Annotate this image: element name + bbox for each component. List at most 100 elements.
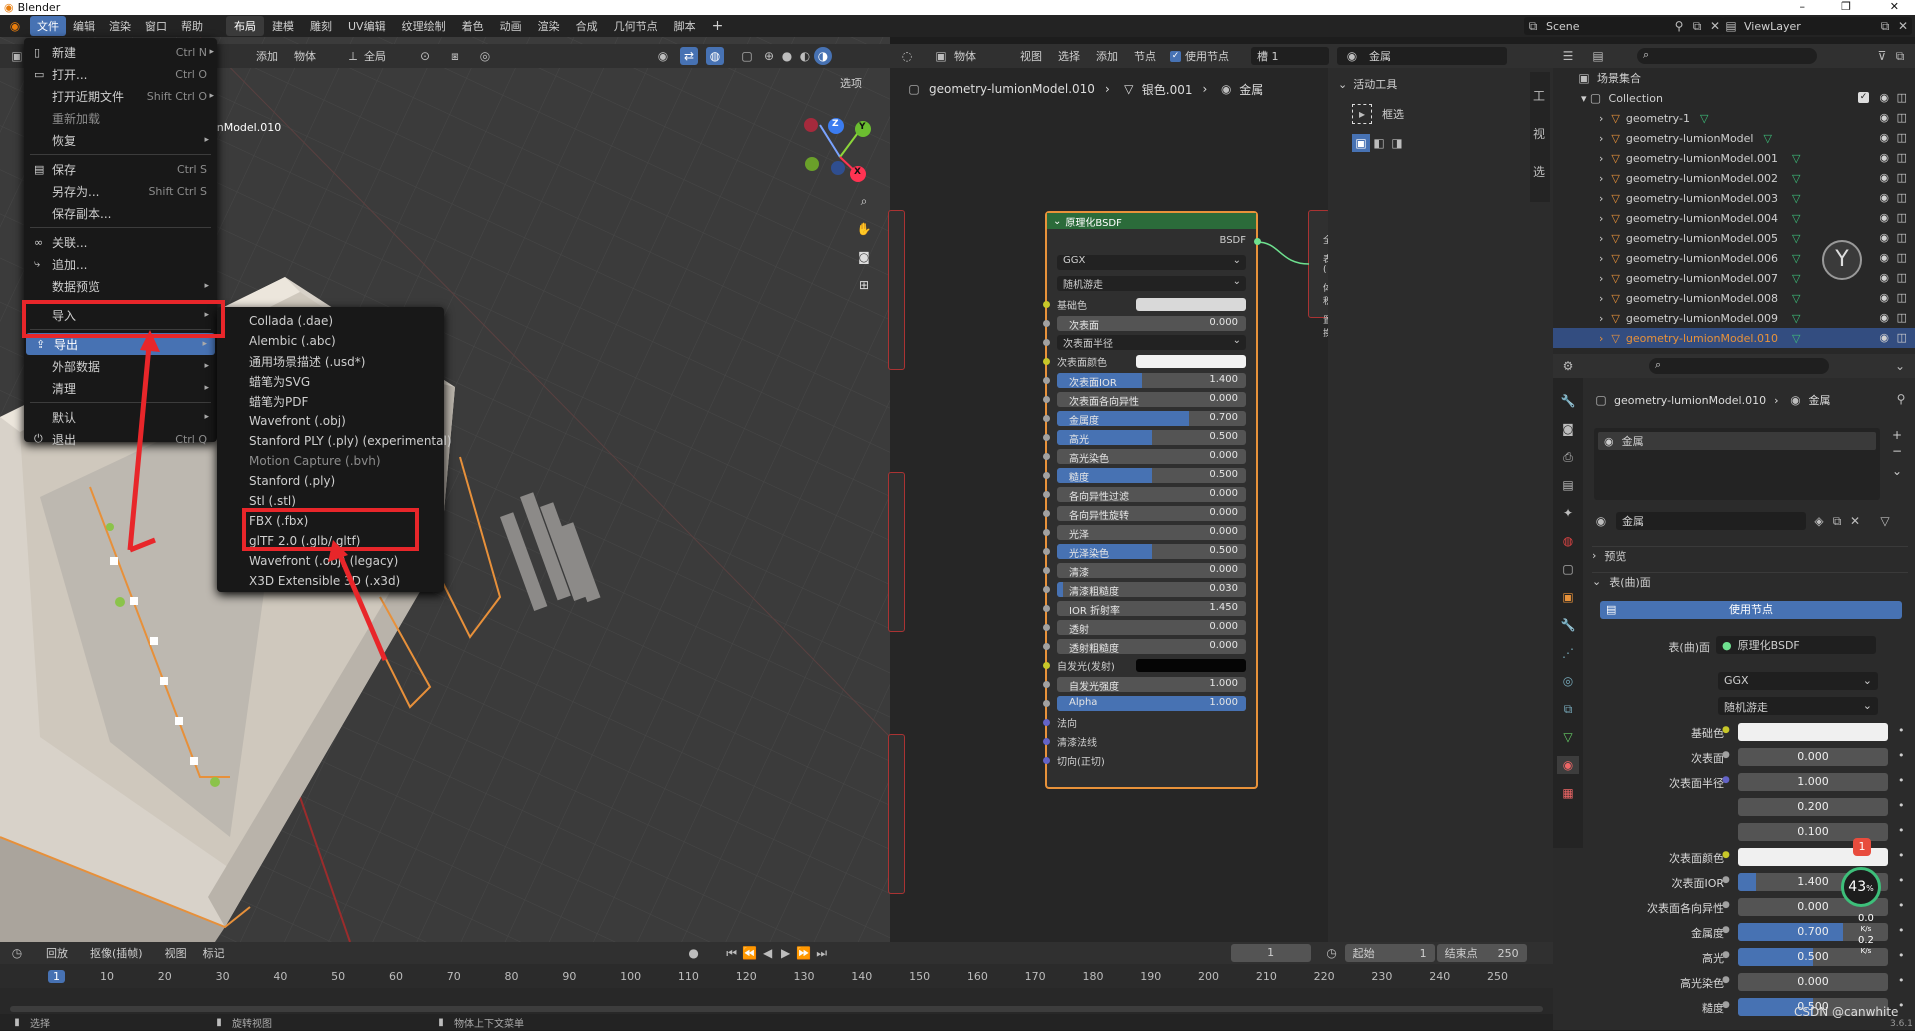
camera-view-icon[interactable]: ◙ [855, 248, 873, 266]
outliner-item-label[interactable]: geometry-lumionModel.009 [1626, 312, 1778, 325]
render-icon[interactable]: ◫ [1897, 251, 1907, 264]
scene-tab-icon[interactable]: ✦ [1559, 504, 1577, 522]
file-menu-item-2[interactable]: 打开近期文件 Shift Ctrl O ▸ [24, 85, 217, 107]
node-slider[interactable]: 清漆粗糙度 0.030 [1057, 582, 1246, 597]
node-input-3[interactable]: 次表面颜色 [1043, 352, 1256, 371]
input-socket[interactable] [1043, 586, 1050, 593]
scene-selector[interactable]: ⧉ Scene ⚲ ⧉ ✕ [1524, 17, 1724, 35]
keyframe-dot-icon[interactable]: • [1898, 949, 1905, 962]
file-menu-item-5[interactable]: ▤ 保存 Ctrl S [24, 158, 217, 180]
left-node-stub-1[interactable] [888, 210, 905, 370]
expand-icon[interactable]: › [1599, 112, 1603, 125]
timeline-scrollbar[interactable] [10, 1006, 1543, 1012]
workspace-tab-5[interactable]: 着色 [454, 16, 492, 36]
visibility-icon[interactable]: ◉ [1879, 131, 1889, 144]
select-subtract-icon[interactable]: ◨ [1388, 134, 1406, 152]
expand-icon[interactable]: › [1599, 212, 1603, 225]
prop-value-field[interactable]: 0.200 [1738, 798, 1888, 816]
outliner-row[interactable]: › ▽ geometry-lumionModel.010 ▽ ◉ ◫ [1553, 328, 1915, 348]
browse-material-icon[interactable]: ◉ [1592, 512, 1610, 530]
remove-viewlayer-icon[interactable]: ✕ [1894, 17, 1912, 35]
node-input-0[interactable]: 基础色 [1043, 295, 1256, 314]
visibility-icon[interactable]: ◉ [654, 47, 672, 65]
unlink-material-icon[interactable]: ✕ [1846, 512, 1864, 530]
node-input-7[interactable]: 高光 0.500 [1043, 428, 1256, 447]
left-node-stub-3[interactable] [888, 734, 905, 894]
prop-value-field[interactable]: 0.000 [1738, 973, 1888, 991]
node-slider[interactable]: 光泽染色 0.500 [1057, 544, 1246, 559]
zoom-icon[interactable]: ⌕ [855, 192, 873, 210]
expand-icon[interactable]: › [1599, 172, 1603, 185]
expand-icon[interactable]: › [1599, 332, 1603, 345]
visibility-icon[interactable]: ◉ [1879, 151, 1889, 164]
node-input-19[interactable]: 自发光(发射) [1043, 656, 1256, 675]
input-socket[interactable] [1043, 643, 1050, 650]
input-socket[interactable] [1043, 605, 1050, 612]
render-icon[interactable]: ◫ [1897, 331, 1907, 344]
properties-options-icon[interactable]: ⌄ [1891, 357, 1909, 375]
visibility-icon[interactable]: ◉ [1879, 111, 1889, 124]
node-input-11[interactable]: 各向异性旋转 0.000 [1043, 504, 1256, 523]
timeline-marker-menu[interactable]: 标记 [203, 945, 225, 961]
viewport-object-menu[interactable]: 物体 [294, 48, 316, 64]
node-input-15[interactable]: 清漆粗糙度 0.030 [1043, 580, 1256, 599]
node-input-18[interactable]: 透射粗糙度 0.000 [1043, 637, 1256, 656]
add-workspace-button[interactable]: + [712, 18, 724, 34]
duplicate-material-icon[interactable]: ⧉ [1828, 512, 1846, 530]
properties-search[interactable]: ⌕ [1649, 358, 1829, 374]
collection-tab-icon[interactable]: ▢ [1559, 560, 1577, 578]
workspace-tab-2[interactable]: 雕刻 [302, 16, 340, 36]
outliner-row[interactable]: › ▽ geometry-lumionModel.004 ▽ ◉ ◫ [1553, 208, 1915, 228]
color-swatch[interactable] [1136, 355, 1246, 368]
node-dropdown[interactable]: 次表面半径 ⌄ [1057, 335, 1246, 350]
keyframe-dot-icon[interactable]: • [1898, 799, 1905, 812]
outliner-item-label[interactable]: geometry-lumionModel [1626, 132, 1754, 145]
node-collapse-icon[interactable]: ⌄ [1053, 216, 1061, 227]
tool-panel-collapse-icon[interactable]: ⌄ [1338, 78, 1347, 91]
node-header[interactable]: ⌄ 原理化BSDF [1047, 213, 1256, 229]
export-item-collada-dae[interactable]: Collada (.dae) [217, 311, 444, 331]
expand-icon[interactable]: › [1599, 252, 1603, 265]
expand-icon[interactable]: › [1599, 192, 1603, 205]
input-socket[interactable] [1043, 529, 1050, 536]
tool-tab-icon[interactable]: 🔧 [1559, 392, 1577, 410]
fake-user-icon[interactable]: ◈ [1810, 512, 1828, 530]
node-input-24[interactable]: 切向(正切) [1043, 751, 1256, 770]
jump-end-icon[interactable]: ⏭ [813, 944, 831, 962]
input-socket[interactable] [1043, 491, 1050, 498]
prop-distribution-dropdown[interactable]: GGX ⌄ [1718, 672, 1878, 690]
preview-panel-header[interactable]: › 预览 [1592, 546, 1908, 564]
workspace-tab-6[interactable]: 动画 [492, 16, 530, 36]
outliner-item-label[interactable]: geometry-lumionModel.004 [1626, 212, 1778, 225]
gizmo-icon[interactable]: ⇄ [680, 47, 698, 65]
viewport-add-menu[interactable]: 添加 [256, 48, 278, 64]
node-mode-object[interactable]: 物体 [954, 48, 976, 64]
node-slider[interactable]: 金属度 0.700 [1057, 411, 1246, 426]
ortho-grid-icon[interactable]: ⊞ [855, 276, 873, 294]
material-slot-list[interactable]: ◉ 金属 [1594, 428, 1880, 500]
collection-visibility-icon[interactable]: ◉ [1879, 91, 1889, 104]
node-input-10[interactable]: 各向异性过滤 0.000 [1043, 485, 1256, 504]
filter-icon[interactable]: ⊽ [1873, 47, 1891, 65]
render-icon[interactable]: ◫ [1897, 211, 1907, 224]
node-input-17[interactable]: 透射 0.000 [1043, 618, 1256, 637]
expand-icon[interactable]: › [1599, 312, 1603, 325]
display-mode-icon[interactable]: ▤ [1589, 47, 1607, 65]
viewlayer-selector[interactable]: ▤ ViewLayer ⧉ ✕ [1722, 17, 1912, 35]
workspace-tab-10[interactable]: 脚本 [666, 16, 704, 36]
render-tab-icon[interactable]: ◙ [1559, 420, 1577, 438]
node-input-21[interactable]: Alpha 1.000 [1043, 694, 1256, 713]
link-type-icon[interactable]: ▽ [1876, 512, 1894, 530]
node-slider[interactable]: 次表面IOR 1.400 [1057, 373, 1246, 388]
view-layer-tab-icon[interactable]: ▤ [1559, 476, 1577, 494]
render-icon[interactable]: ◫ [1897, 171, 1907, 184]
workspace-tab-8[interactable]: 合成 [568, 16, 606, 36]
keyframe-dot-icon[interactable]: • [1898, 874, 1905, 887]
visibility-icon[interactable]: ◉ [1879, 251, 1889, 264]
visibility-icon[interactable]: ◉ [1879, 171, 1889, 184]
outliner-item-label[interactable]: geometry-lumionModel.010 [1626, 332, 1778, 345]
select-extend-icon[interactable]: ◧ [1370, 134, 1388, 152]
play-icon[interactable]: ▶ [777, 944, 795, 962]
node-slider[interactable]: 高光染色 0.000 [1057, 449, 1246, 464]
input-socket[interactable] [1043, 757, 1050, 764]
